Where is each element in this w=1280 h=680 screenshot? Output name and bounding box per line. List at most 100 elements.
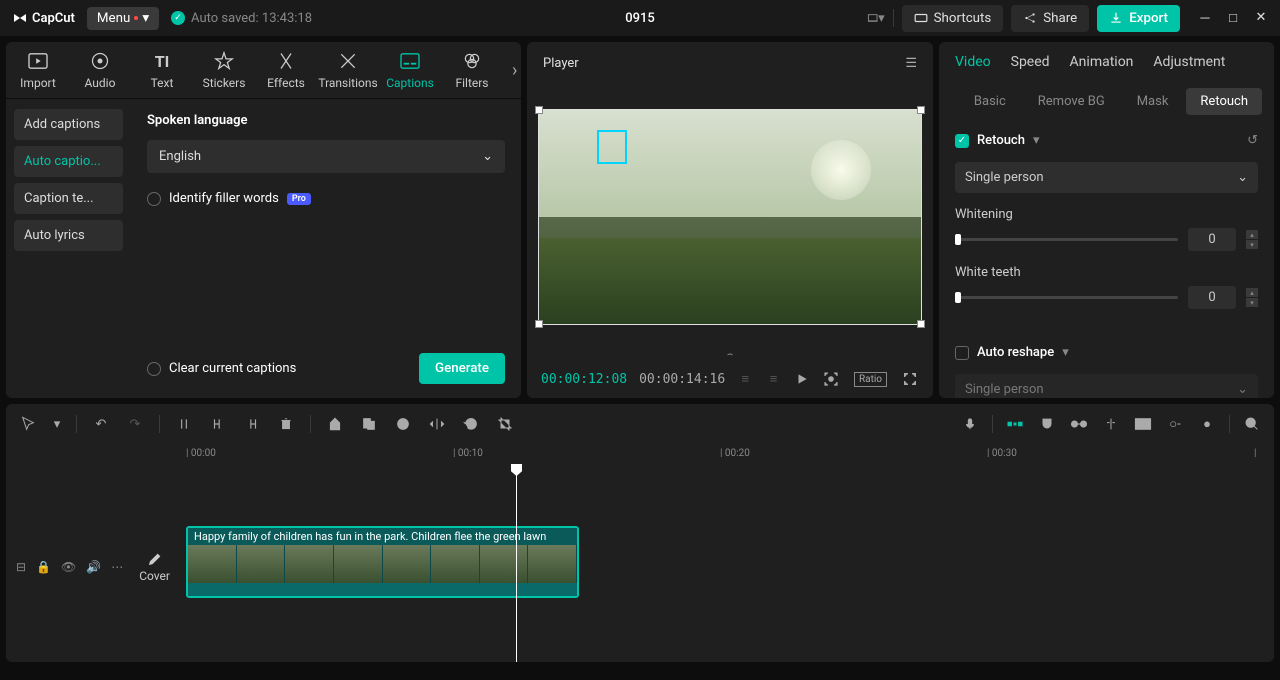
track-more-icon[interactable]: ⋯: [111, 560, 123, 574]
maximize-button[interactable]: □: [1226, 10, 1240, 26]
subtab-retouch[interactable]: Retouch: [1186, 88, 1262, 115]
shortcuts-button[interactable]: Shortcuts: [902, 5, 1004, 32]
chevron-down-icon[interactable]: ▾: [1033, 133, 1040, 148]
prev-frame-button[interactable]: ≡: [737, 370, 753, 388]
track-mute-icon[interactable]: 🔊: [86, 560, 101, 574]
subtab-mask[interactable]: Mask: [1123, 88, 1183, 115]
export-button[interactable]: Export: [1097, 5, 1180, 32]
trim-right-tool[interactable]: [242, 414, 262, 434]
white-teeth-slider[interactable]: [955, 296, 1178, 299]
minimize-button[interactable]: ─: [1198, 10, 1212, 26]
generate-button[interactable]: Generate: [419, 353, 505, 384]
mirror-tool[interactable]: [427, 414, 447, 434]
crop-tool[interactable]: [495, 414, 515, 434]
mic-button[interactable]: [960, 414, 980, 434]
whitening-slider[interactable]: [955, 238, 1178, 241]
reverse-tool[interactable]: [393, 414, 413, 434]
next-frame-button[interactable]: ≡: [765, 370, 781, 388]
video-clip[interactable]: Happy family of children has fun in the …: [186, 526, 579, 598]
resize-handle-bl[interactable]: [535, 320, 543, 328]
ratio-button[interactable]: Ratio: [854, 372, 887, 387]
tab-filters[interactable]: Filters: [450, 50, 494, 90]
spinner-down[interactable]: ▾: [1246, 298, 1258, 307]
spinner-up[interactable]: ▴: [1246, 288, 1258, 297]
reset-button[interactable]: ↺: [1247, 133, 1258, 148]
fullscreen-button[interactable]: [901, 370, 919, 388]
tab-text[interactable]: TIText: [140, 50, 184, 90]
tab-import[interactable]: Import: [16, 50, 60, 90]
spinner-up[interactable]: ▴: [1246, 230, 1258, 239]
chevron-down-icon[interactable]: ▾: [1062, 345, 1069, 360]
magnet-button[interactable]: [1037, 414, 1057, 434]
timeline[interactable]: | 00:00 | 00:10 | 00:20 | 00:30 | ⊟ 🔒 👁 …: [6, 444, 1274, 662]
tab-effects[interactable]: Effects: [264, 50, 308, 90]
person-mode-dropdown-2: Single person⌄: [955, 374, 1258, 398]
caption-sidebar: Add captions Auto captio... Caption te..…: [6, 99, 131, 398]
whitening-value[interactable]: 0: [1188, 228, 1236, 251]
track-visibility-icon[interactable]: 👁: [61, 560, 76, 574]
capcut-icon: [12, 10, 28, 26]
preview-button[interactable]: [1133, 414, 1153, 434]
zoom-fit-button[interactable]: [1242, 414, 1262, 434]
person-mode-dropdown[interactable]: Single person⌄: [955, 162, 1258, 193]
sidebar-auto-lyrics[interactable]: Auto lyrics: [14, 220, 123, 251]
align-button[interactable]: [1101, 414, 1121, 434]
layout-icon[interactable]: ▾: [867, 9, 885, 27]
select-tool[interactable]: [18, 414, 38, 434]
face-detection-box[interactable]: [597, 130, 627, 164]
magnet-main-button[interactable]: [1005, 414, 1025, 434]
clear-captions-toggle[interactable]: Clear current captions: [147, 361, 296, 376]
marker-tool[interactable]: [325, 414, 345, 434]
spinner-down[interactable]: ▾: [1246, 240, 1258, 249]
tab-speed[interactable]: Speed: [1011, 54, 1050, 70]
video-frame[interactable]: [538, 109, 922, 325]
cover-button[interactable]: Cover: [139, 551, 170, 583]
play-button[interactable]: [794, 370, 810, 388]
resize-handle-tl[interactable]: [535, 106, 543, 114]
timeline-toolbar: ▾ ↶ ↷ ○- ●: [6, 404, 1274, 444]
tab-adjustment[interactable]: Adjustment: [1153, 54, 1225, 70]
checkbox-unchecked-icon[interactable]: [955, 346, 969, 360]
link-button[interactable]: [1069, 414, 1089, 434]
undo-button[interactable]: ↶: [91, 414, 111, 434]
tab-captions[interactable]: Captions: [388, 50, 432, 90]
subtab-remove-bg[interactable]: Remove BG: [1024, 88, 1119, 115]
checkbox-checked-icon[interactable]: ✓: [955, 134, 969, 148]
menu-button[interactable]: Menu▾: [87, 7, 159, 30]
timeline-ruler[interactable]: | 00:00 | 00:10 | 00:20 | 00:30 |: [6, 444, 1274, 466]
copy-tool[interactable]: [359, 414, 379, 434]
rotate-tool[interactable]: [461, 414, 481, 434]
subtab-basic[interactable]: Basic: [960, 88, 1020, 115]
resize-handle-br[interactable]: [917, 320, 925, 328]
playhead[interactable]: [516, 466, 517, 662]
tab-stickers[interactable]: Stickers: [202, 50, 246, 90]
language-dropdown[interactable]: English ⌄: [147, 140, 505, 173]
player-viewport[interactable]: [527, 85, 933, 349]
redo-button[interactable]: ↷: [125, 414, 145, 434]
tab-transitions[interactable]: Transitions: [326, 50, 370, 90]
select-dropdown[interactable]: ▾: [52, 414, 62, 434]
delete-tool[interactable]: [276, 414, 296, 434]
sidebar-caption-templates[interactable]: Caption te...: [14, 183, 123, 214]
scan-icon[interactable]: [822, 370, 840, 388]
filler-words-toggle[interactable]: Identify filler words Pro: [147, 191, 505, 206]
sidebar-add-captions[interactable]: Add captions: [14, 109, 123, 140]
track-lock-icon[interactable]: 🔒: [36, 560, 51, 574]
sidebar-auto-captions[interactable]: Auto captio...: [14, 146, 123, 177]
tab-audio[interactable]: Audio: [78, 50, 122, 90]
zoom-slider-thumb[interactable]: ●: [1197, 414, 1217, 434]
tab-video[interactable]: Video: [955, 54, 991, 70]
resize-handle-tr[interactable]: [917, 106, 925, 114]
export-icon: [1109, 11, 1123, 25]
zoom-out-button[interactable]: ○-: [1165, 414, 1185, 434]
player-menu-button[interactable]: ☰: [905, 56, 917, 71]
track-expand-icon[interactable]: ⊟: [16, 560, 26, 574]
time-total: 00:00:14:16: [639, 372, 725, 387]
close-button[interactable]: ✕: [1254, 10, 1268, 26]
white-teeth-value[interactable]: 0: [1188, 286, 1236, 309]
more-tabs-button[interactable]: ›: [512, 60, 517, 81]
trim-left-tool[interactable]: [208, 414, 228, 434]
share-button[interactable]: Share: [1011, 5, 1089, 32]
tab-animation[interactable]: Animation: [1070, 54, 1134, 70]
split-tool[interactable]: [174, 414, 194, 434]
